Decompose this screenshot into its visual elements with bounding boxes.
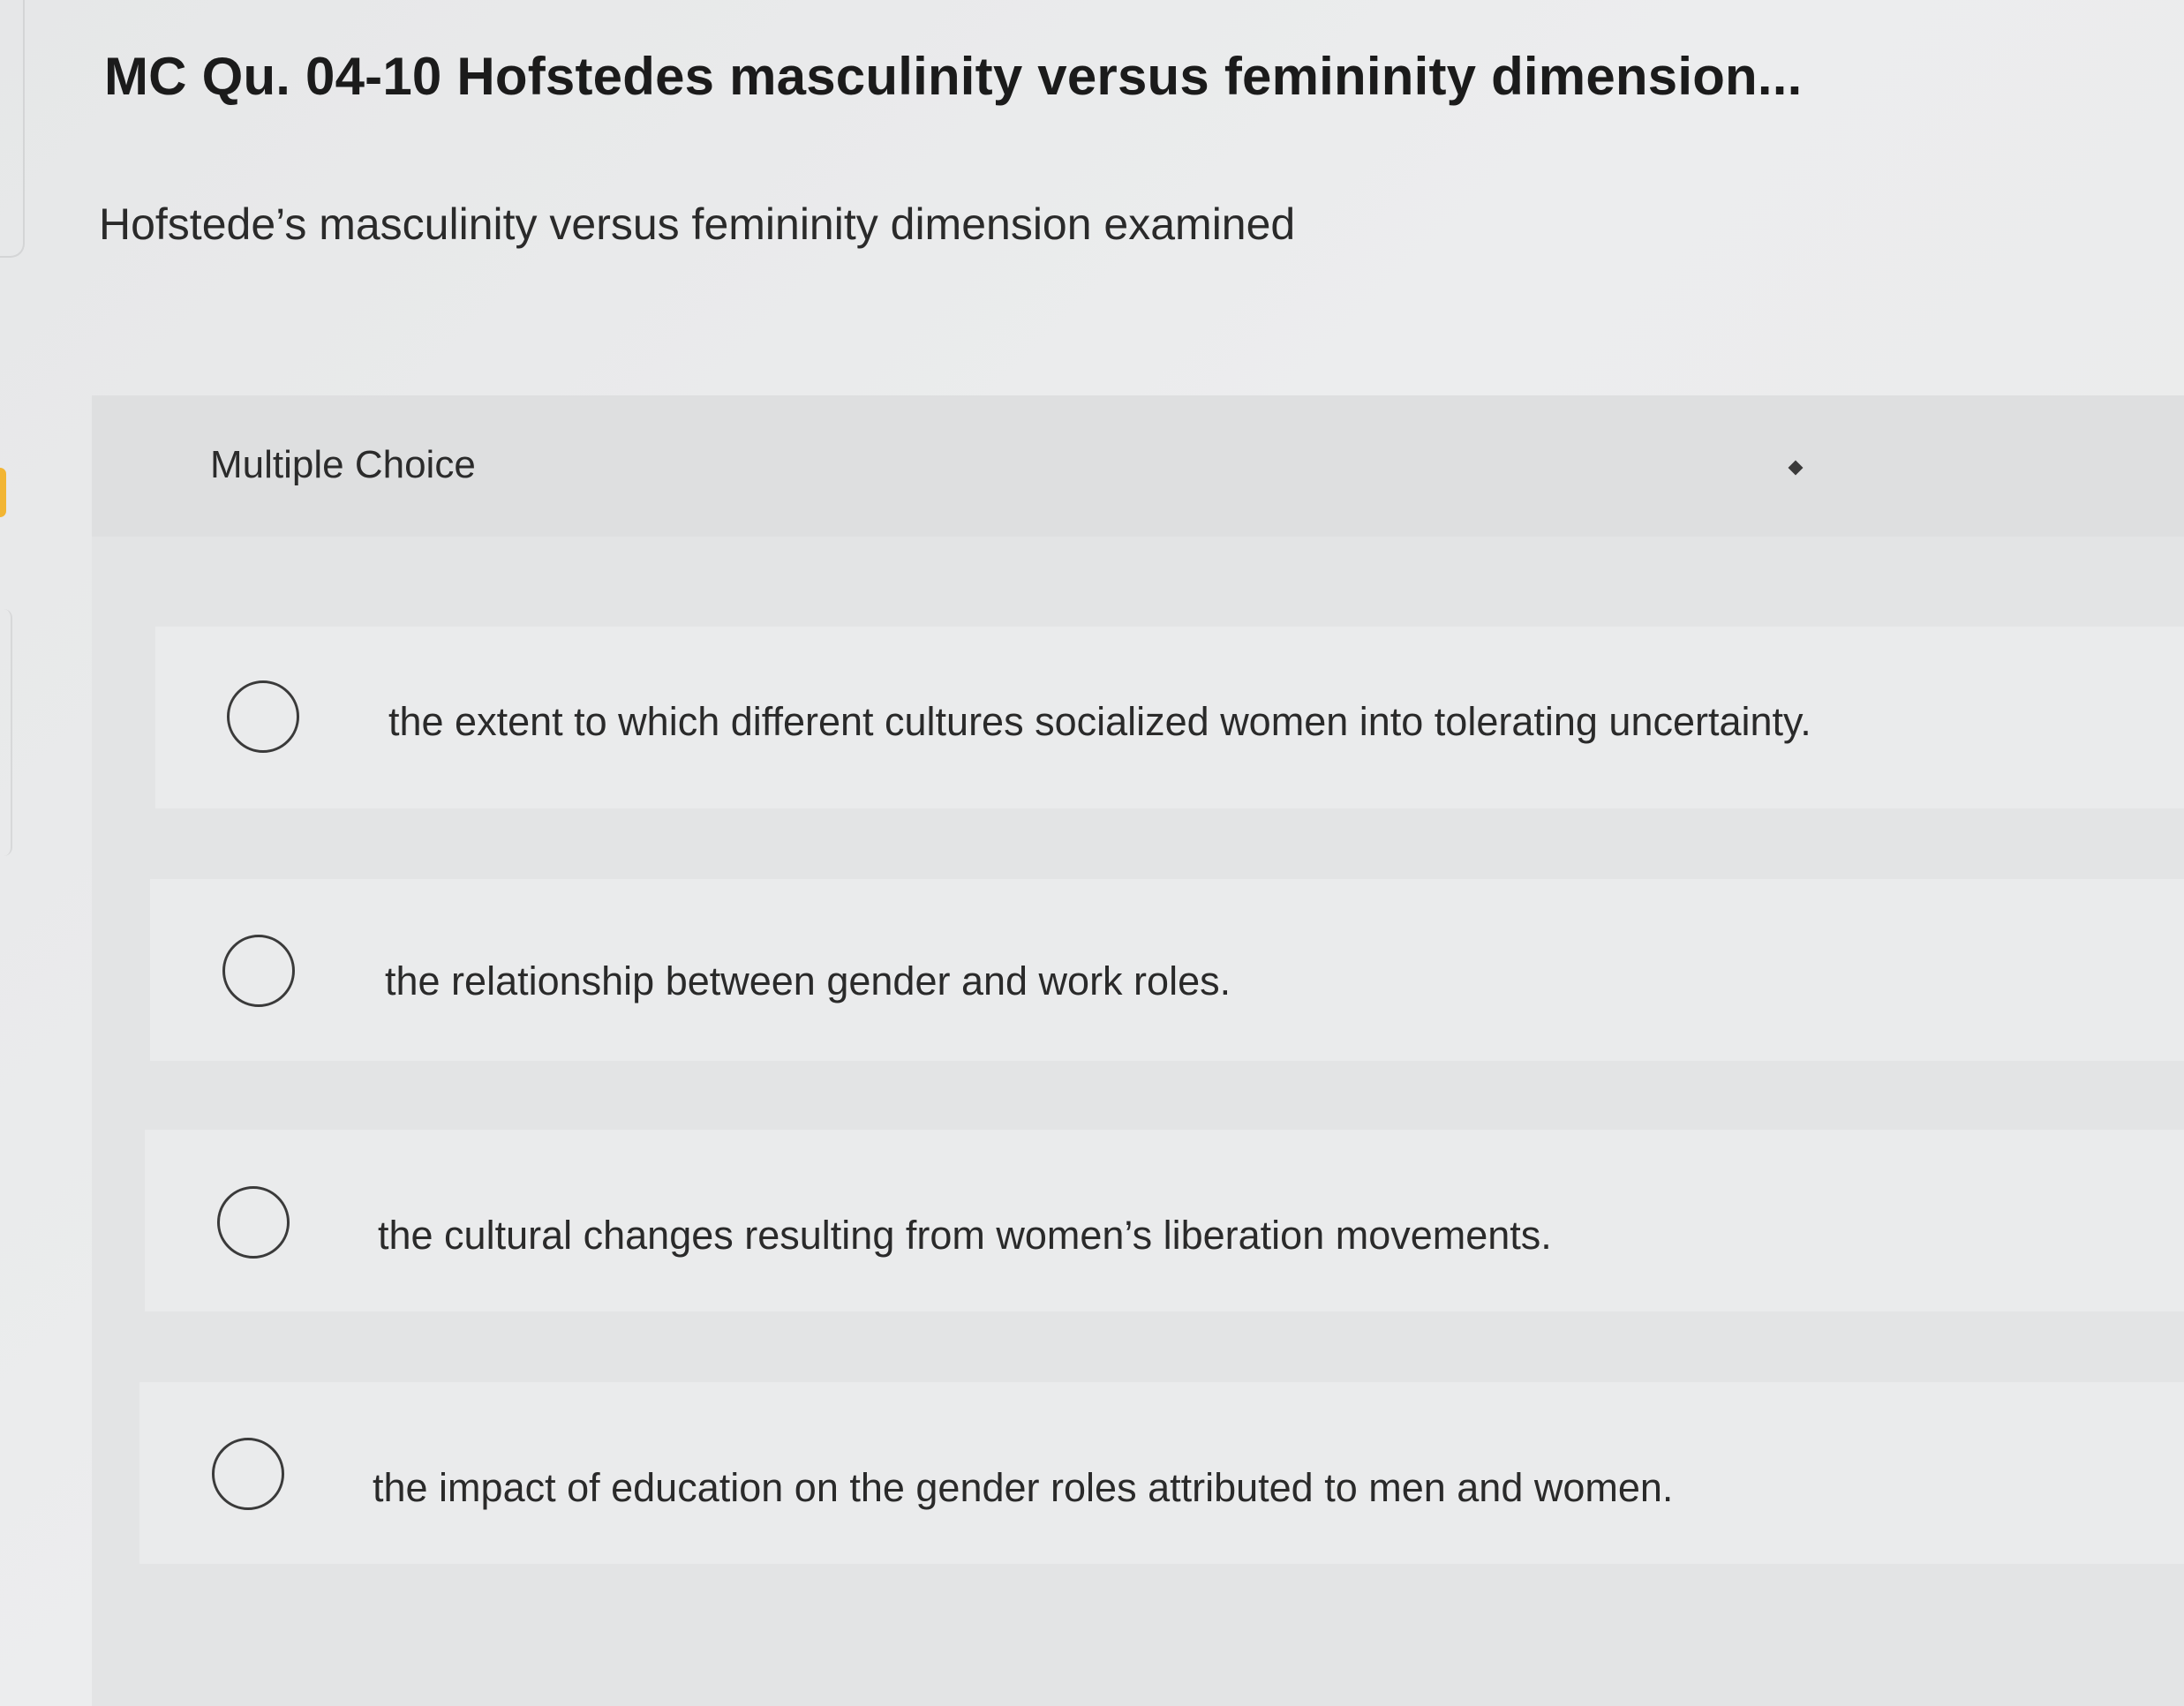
question-text: Hofstede’s masculinity versus femininity… bbox=[99, 199, 1296, 249]
radio-button-option-2[interactable] bbox=[222, 935, 295, 1007]
radio-button-option-1[interactable] bbox=[227, 680, 299, 753]
current-question-marker bbox=[0, 468, 6, 517]
dot-icon bbox=[1788, 460, 1804, 476]
answer-option-2[interactable]: the relationship between gender and work… bbox=[150, 879, 2184, 1061]
page-title: MC Qu. 04-10 Hofstedes masculinity versu… bbox=[104, 47, 1803, 106]
answer-option-4[interactable]: the impact of education on the gender ro… bbox=[139, 1382, 2184, 1564]
answer-option-1-label[interactable]: the extent to which different cultures s… bbox=[388, 699, 1811, 745]
side-panel-edge bbox=[0, 0, 25, 258]
answer-option-3-label[interactable]: the cultural changes resulting from wome… bbox=[378, 1213, 1552, 1259]
radio-button-option-3[interactable] bbox=[217, 1186, 290, 1259]
answer-option-4-label[interactable]: the impact of education on the gender ro… bbox=[373, 1465, 1673, 1511]
answer-panel-header: Multiple Choice bbox=[92, 395, 2184, 537]
radio-button-option-4[interactable] bbox=[212, 1438, 284, 1510]
answer-option-1[interactable]: the extent to which different cultures s… bbox=[155, 627, 2184, 808]
side-panel-tab bbox=[0, 609, 12, 856]
answer-option-2-label[interactable]: the relationship between gender and work… bbox=[385, 958, 1231, 1004]
question-type-label: Multiple Choice bbox=[210, 443, 476, 486]
answer-option-3[interactable]: the cultural changes resulting from wome… bbox=[145, 1130, 2184, 1311]
